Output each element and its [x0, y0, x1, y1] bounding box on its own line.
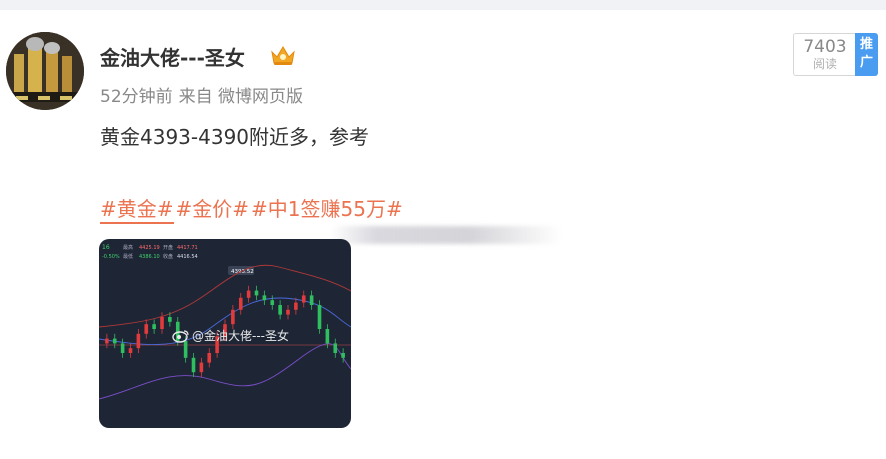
- read-count-box: 7403 阅读: [793, 33, 856, 76]
- chart-header-text: 最低: [123, 253, 133, 260]
- trophy-photo: [6, 32, 84, 110]
- candle-body: [254, 290, 259, 296]
- chart-header-text: 4386.10: [139, 254, 160, 260]
- chart-header-text: 16: [102, 244, 110, 251]
- candle-body: [152, 324, 156, 329]
- promote-label-2: 广: [859, 55, 873, 70]
- author-name[interactable]: 金油大佬---圣女: [100, 42, 245, 71]
- candle-body: [128, 348, 133, 353]
- candle-body: [105, 338, 109, 344]
- chart-header-text: 最高: [123, 244, 133, 251]
- chart-header-text: -0.50%: [102, 254, 120, 260]
- promote-button[interactable]: 推 广: [855, 33, 878, 76]
- candle-body: [207, 353, 212, 363]
- candle-body: [246, 290, 251, 298]
- candle-body: [160, 317, 164, 329]
- chart-header-text: 收盘: [163, 253, 173, 260]
- candle-body: [325, 329, 330, 344]
- post-time[interactable]: 52分钟前: [100, 87, 173, 107]
- candle-body: [238, 297, 243, 310]
- chart-header-text: 4425.19: [139, 245, 160, 251]
- candle-body: [309, 295, 314, 305]
- post-source: 来自 微博网页版: [178, 87, 304, 107]
- chart-header-text: 4416.54: [177, 254, 198, 260]
- topic-link[interactable]: #中1签赚55万#: [251, 197, 403, 221]
- post-meta: 52分钟前 来自 微博网页版: [100, 82, 309, 107]
- chart-header-text: 4417.71: [177, 245, 198, 251]
- candle-body: [168, 317, 172, 322]
- candle-body: [286, 309, 290, 315]
- candle-body: [199, 362, 204, 373]
- candle-body: [270, 300, 275, 305]
- weibo-logo-icon: [172, 329, 189, 343]
- topic-list: #黄金# #金价# #中1签赚55万#: [100, 193, 405, 224]
- chart-header-text: 开盘: [163, 244, 173, 251]
- top-bar: [0, 0, 886, 10]
- candle-body: [341, 353, 345, 358]
- read-count: 7403: [803, 37, 847, 57]
- candle-body: [301, 295, 306, 303]
- watermark: @金油大佬---圣女: [172, 327, 289, 344]
- candle-body: [144, 324, 149, 334]
- topic-link[interactable]: #金价#: [176, 197, 250, 221]
- candle-body: [294, 302, 298, 310]
- candle-body: [262, 295, 267, 301]
- candle-body: [278, 305, 282, 315]
- post-content: 黄金4393-4390附近多，参考: [100, 125, 370, 149]
- candle-body: [120, 343, 125, 353]
- watermark-text: @金油大佬---圣女: [192, 329, 289, 343]
- crown-badge-icon[interactable]: [270, 44, 296, 66]
- candle-body: [112, 338, 117, 344]
- candle-body: [317, 305, 322, 329]
- price-callout-text: 4393.52: [231, 269, 254, 275]
- candle-body: [231, 309, 235, 325]
- candle-body: [136, 333, 141, 349]
- topic-link[interactable]: #黄金#: [100, 197, 174, 224]
- avatar[interactable]: [6, 32, 84, 110]
- lower-band-line: [99, 343, 351, 400]
- candle-body: [333, 343, 338, 353]
- blurred-overlay: [330, 226, 562, 244]
- candle-body: [191, 357, 196, 373]
- read-label: 阅读: [812, 57, 837, 71]
- promote-label-1: 推: [859, 37, 873, 52]
